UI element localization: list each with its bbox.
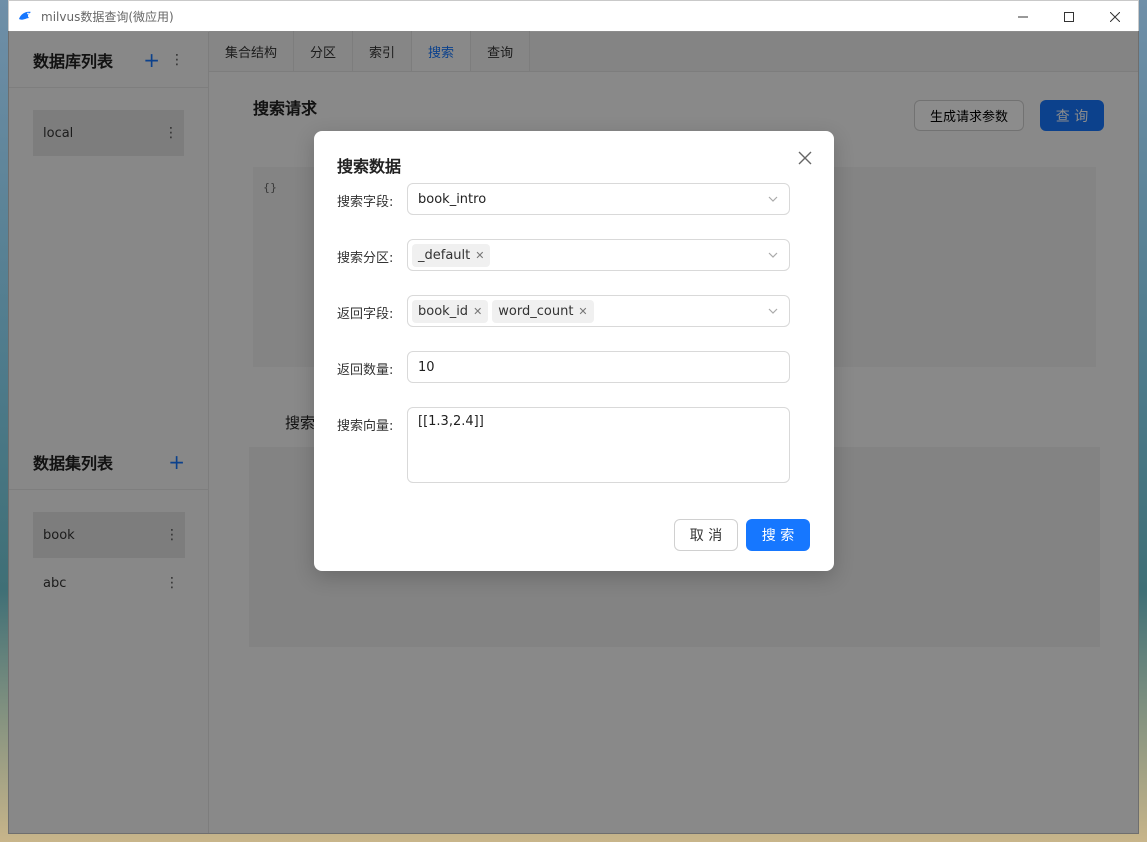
- return-count-value: 10: [418, 359, 435, 375]
- modal-title: 搜索数据: [337, 157, 402, 176]
- chevron-down-icon: [768, 308, 778, 314]
- search-button[interactable]: 搜 索: [746, 519, 810, 551]
- return-fields-row: 返回字段: book_id ✕ word_count ✕: [337, 295, 790, 327]
- close-icon: [1110, 11, 1120, 22]
- return-field-tag-label: book_id: [418, 303, 469, 319]
- vector-textarea[interactable]: [[1.3,2.4]]: [407, 407, 790, 483]
- partition-tag-label: _default: [418, 247, 471, 263]
- cancel-button[interactable]: 取 消: [674, 519, 738, 551]
- remove-tag-icon[interactable]: ✕: [578, 305, 587, 318]
- search-data-modal: 搜索数据 搜索字段: book_intro 搜索分区: _default ✕ 返…: [314, 131, 834, 571]
- remove-tag-icon[interactable]: ✕: [473, 305, 482, 318]
- close-icon[interactable]: [796, 149, 814, 167]
- return-field-tag-label: word_count: [498, 303, 574, 319]
- search-field-select[interactable]: book_intro: [407, 183, 790, 215]
- milvus-bird-icon: [19, 11, 31, 20]
- chevron-down-icon: [768, 252, 778, 258]
- return-field-tag: word_count ✕: [492, 299, 594, 323]
- maximize-icon: [1064, 11, 1074, 22]
- partition-row: 搜索分区: _default ✕: [337, 239, 790, 271]
- partition-label: 搜索分区:: [337, 251, 394, 266]
- window-title: milvus数据查询(微应用): [41, 10, 174, 24]
- partition-tag: _default ✕: [412, 243, 491, 267]
- close-window-button[interactable]: [1092, 1, 1138, 32]
- minimize-icon: [1018, 16, 1028, 17]
- return-count-label: 返回数量:: [337, 363, 394, 378]
- search-field-row: 搜索字段: book_intro: [337, 183, 790, 215]
- return-field-tag: book_id ✕: [412, 299, 489, 323]
- maximize-button[interactable]: [1046, 1, 1092, 32]
- minimize-button[interactable]: [1000, 1, 1046, 32]
- return-fields-select[interactable]: book_id ✕ word_count ✕: [407, 295, 790, 327]
- title-bar[interactable]: milvus数据查询(微应用): [9, 1, 1138, 32]
- return-count-row: 返回数量: 10: [337, 351, 790, 383]
- search-field-value: book_intro: [418, 191, 487, 207]
- vector-value: [[1.3,2.4]]: [418, 414, 484, 429]
- partition-select[interactable]: _default ✕: [407, 239, 790, 271]
- return-count-input[interactable]: 10: [407, 351, 790, 383]
- search-field-label: 搜索字段:: [337, 195, 394, 210]
- vector-label: 搜索向量:: [337, 419, 394, 434]
- remove-tag-icon[interactable]: ✕: [475, 249, 484, 262]
- chevron-down-icon: [768, 196, 778, 202]
- return-fields-label: 返回字段:: [337, 307, 394, 322]
- vector-row: 搜索向量: [[1.3,2.4]]: [337, 407, 790, 483]
